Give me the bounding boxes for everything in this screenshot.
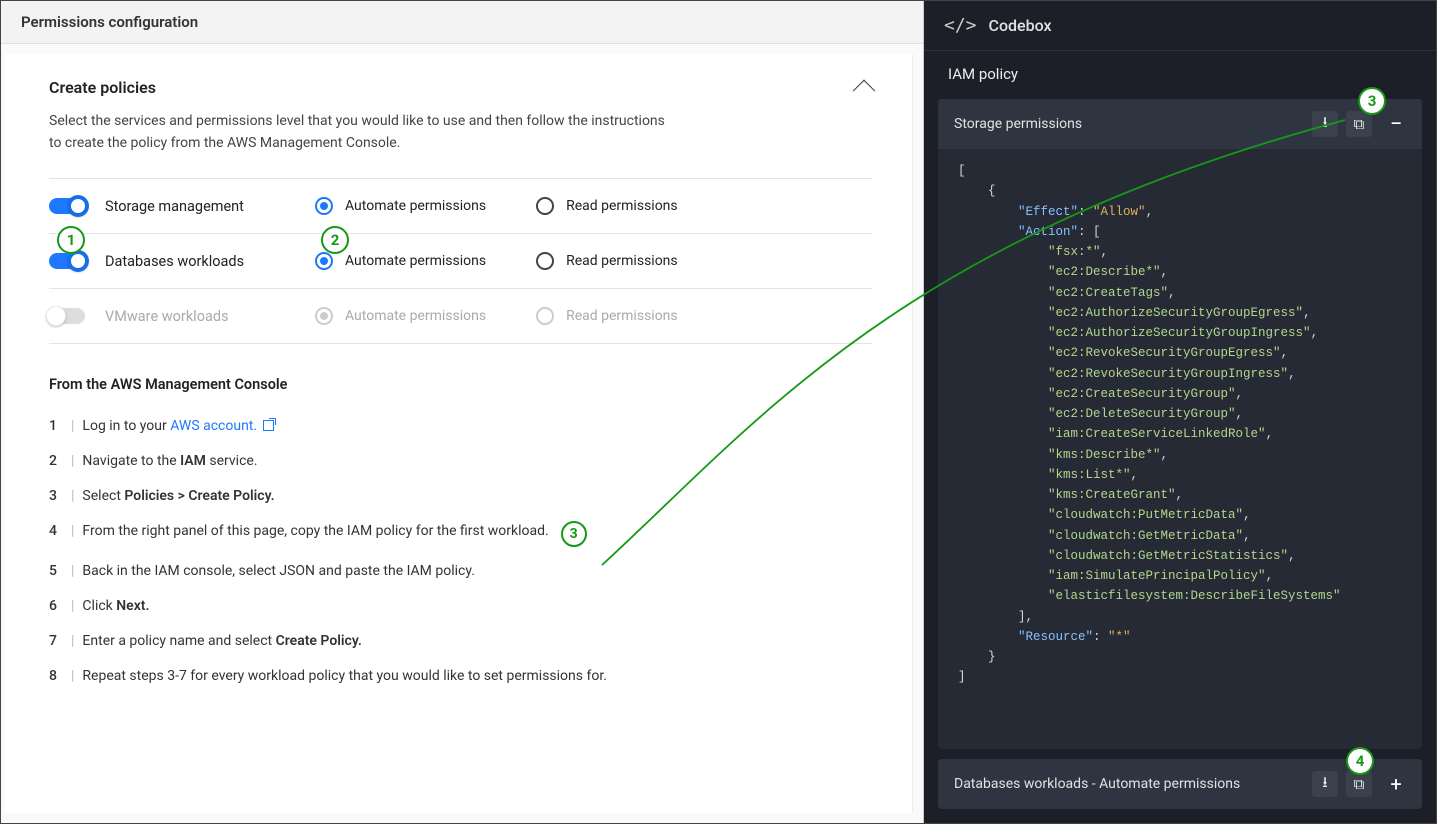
instructions-title: From the AWS Management Console xyxy=(49,376,872,393)
read-option[interactable]: Read permissions xyxy=(536,307,678,325)
instruction-step: 3|Select Policies > Create Policy. xyxy=(49,479,872,514)
service-name: Storage management xyxy=(105,198,285,215)
expand-icon[interactable]: + xyxy=(1386,772,1406,796)
read-option[interactable]: Read permissions xyxy=(536,252,678,270)
instruction-step: 7|Enter a policy name and select Create … xyxy=(49,624,872,659)
automate-option[interactable]: Automate permissions xyxy=(315,252,486,270)
callout-badge-3: 3 xyxy=(1358,87,1386,115)
instruction-step: 4|From the right panel of this page, cop… xyxy=(49,514,872,554)
code-body[interactable]: [ { "Effect": "Allow", "Action": [ "fsx:… xyxy=(938,149,1422,749)
panel-desc-line2: to create the policy from the AWS Manage… xyxy=(49,135,400,151)
instruction-step: 2|Navigate to the IAM service. xyxy=(49,444,872,479)
codebox-pane: </> Codebox IAM policy 3 Storage permiss… xyxy=(924,1,1436,823)
code-icon: </> xyxy=(944,15,977,36)
automate-option[interactable]: Automate permissions xyxy=(315,197,486,215)
service-name: Databases workloads xyxy=(105,253,285,270)
download-icon[interactable]: ⭳ xyxy=(1312,771,1338,797)
instruction-step: 1|Log in to your AWS account. xyxy=(49,409,872,444)
external-link-icon xyxy=(263,420,274,431)
create-policies-panel: Create policies Select the services and … xyxy=(5,54,913,813)
callout-badge-3-inline: 3 xyxy=(561,521,587,547)
copy-icon[interactable]: ⧉ xyxy=(1346,111,1372,137)
panel-title: Create policies xyxy=(49,78,156,97)
service-row: VMware workloads Automate permissions Read… xyxy=(49,288,872,344)
service-name: VMware workloads xyxy=(105,308,285,325)
storage-permissions-card: 3 Storage permissions ⭳ ⧉ − [ { "Effect"… xyxy=(938,99,1422,749)
iam-policy-title: IAM policy xyxy=(924,51,1436,95)
service-row: Storage management Automate permissions Re… xyxy=(49,178,872,233)
left-pane: Permissions configuration Create policie… xyxy=(1,1,924,823)
instruction-step: 5|Back in the IAM console, select JSON a… xyxy=(49,554,872,589)
service-toggle[interactable] xyxy=(49,253,85,269)
card-title: Storage permissions xyxy=(954,116,1082,132)
codebox-header: </> Codebox xyxy=(924,1,1436,51)
instruction-step: 6|Click Next. xyxy=(49,589,872,624)
service-toggle[interactable] xyxy=(49,308,85,324)
read-option[interactable]: Read permissions xyxy=(536,197,678,215)
aws-account-link[interactable]: AWS account. xyxy=(170,418,257,434)
download-icon[interactable]: ⭳ xyxy=(1312,111,1338,137)
service-row: Databases workloads Automate permissions R… xyxy=(49,233,872,288)
instruction-step: 8|Repeat steps 3-7 for every workload po… xyxy=(49,659,872,694)
databases-workloads-card: 4 Databases workloads - Automate permiss… xyxy=(938,759,1422,809)
panel-description: Select the services and permissions leve… xyxy=(49,111,872,154)
callout-badge-4: 4 xyxy=(1346,747,1374,775)
collapse-icon[interactable]: − xyxy=(1386,112,1406,137)
chevron-up-icon[interactable] xyxy=(853,79,876,102)
collapsed-card-title: Databases workloads - Automate permissio… xyxy=(954,776,1240,792)
service-toggle[interactable] xyxy=(49,198,85,214)
page-title: Permissions configuration xyxy=(1,1,923,44)
automate-option[interactable]: Automate permissions xyxy=(315,307,486,325)
codebox-label: Codebox xyxy=(989,16,1052,35)
panel-desc-line1: Select the services and permissions leve… xyxy=(49,113,665,129)
